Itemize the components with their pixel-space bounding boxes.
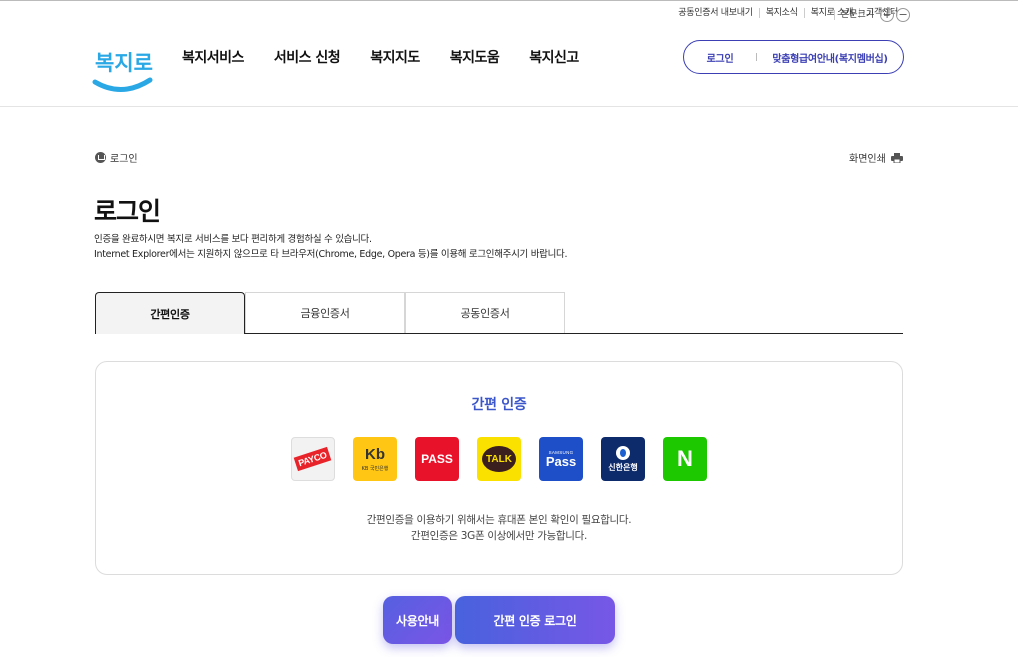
kb-bank-icon[interactable]: Kb KB 국민은행	[353, 437, 397, 481]
header-action-group: 로그인 맞춤형급여안내(복지멤버십)	[683, 40, 904, 74]
home-icon[interactable]	[95, 152, 106, 163]
talk-label: TALK	[482, 446, 516, 472]
breadcrumb: 로그인	[95, 150, 138, 165]
panel-description-line: 간편인증을 이용하기 위해서는 휴대폰 본인 확인이 필요합니다.	[366, 514, 632, 526]
simple-auth-panel: 간편 인증 PAYCO Kb KB 국민은행 PASS TALK SAMSUNG…	[95, 361, 903, 575]
nav-welfare-map[interactable]: 복지지도	[370, 47, 420, 67]
kakaotalk-icon[interactable]: TALK	[477, 437, 521, 481]
site-logo[interactable]: 복지로	[92, 38, 154, 96]
payco-icon[interactable]: PAYCO	[291, 437, 335, 481]
kb-mark: Kb	[365, 445, 385, 463]
print-label: 화면인쇄	[849, 154, 886, 165]
naver-icon[interactable]: N	[663, 437, 707, 481]
tab-financial-cert[interactable]: 금융인증서	[245, 292, 405, 333]
utility-link-news[interactable]: 복지소식	[758, 8, 804, 18]
pass-icon[interactable]: PASS	[415, 437, 459, 481]
breadcrumb-current: 로그인	[110, 154, 138, 165]
shinhan-bank-icon[interactable]: 신한은행	[601, 437, 645, 481]
naver-label: N	[677, 446, 693, 471]
kb-label: KB 국민은행	[361, 465, 389, 472]
print-button[interactable]: 화면인쇄	[849, 150, 903, 165]
printer-icon	[890, 152, 903, 163]
header-login-button[interactable]: 로그인	[684, 50, 756, 65]
pass-label: PASS	[421, 452, 453, 466]
login-method-tabs: 간편인증 금융인증서 공동인증서	[95, 292, 903, 334]
font-size-label: 본문크기	[834, 10, 874, 20]
page-title: 로그인	[94, 197, 161, 226]
nav-welfare-report[interactable]: 복지신고	[529, 47, 579, 67]
panel-description-line: 간편인증은 3G폰 이상에서만 가능합니다.	[410, 530, 588, 542]
nav-welfare-services[interactable]: 복지서비스	[182, 47, 244, 67]
auth-provider-list: PAYCO Kb KB 국민은행 PASS TALK SAMSUNG Pass …	[291, 437, 725, 481]
membership-info-button[interactable]: 맞춤형급여안내(복지멤버십)	[757, 50, 903, 65]
samsung-pass-label: Pass	[545, 453, 577, 469]
shinhan-label: 신한은행	[608, 462, 638, 472]
description-line: Internet Explorer에서는 지원하지 않으므로 타 브라우저(Ch…	[94, 249, 568, 260]
shinhan-mark	[616, 445, 630, 460]
nav-welfare-help[interactable]: 복지도움	[450, 47, 500, 67]
simple-auth-login-button[interactable]: 간편 인증 로그인	[455, 596, 615, 644]
samsung-pass-icon[interactable]: SAMSUNG Pass	[539, 437, 583, 481]
logo-text: 복지로	[95, 51, 153, 75]
font-decrease-button[interactable]: −	[896, 8, 911, 22]
panel-description: 간편인증을 이용하기 위해서는 휴대폰 본인 확인이 필요합니다. 간편인증은 …	[96, 512, 902, 544]
payco-label: PAYCO	[294, 446, 332, 472]
font-increase-button[interactable]: +	[880, 8, 895, 22]
utility-link-export-cert[interactable]: 공동인증서 내보내기	[672, 8, 758, 18]
main-nav: 복지서비스 서비스 신청 복지지도 복지도움 복지신고	[182, 47, 609, 67]
usage-guide-button[interactable]: 사용안내	[383, 596, 452, 644]
tab-joint-cert[interactable]: 공동인증서	[405, 292, 565, 333]
description-line: 인증을 완료하시면 복지로 서비스를 보다 편리하게 경험하실 수 있습니다.	[94, 234, 372, 245]
panel-title: 간편 인증	[471, 397, 527, 413]
top-border	[0, 0, 1018, 1]
nav-service-apply[interactable]: 서비스 신청	[274, 47, 341, 67]
font-size-control: 본문크기 + −	[834, 8, 911, 22]
tab-simple-auth[interactable]: 간편인증	[95, 292, 245, 334]
header-divider	[0, 106, 1018, 107]
page-description: 인증을 완료하시면 복지로 서비스를 보다 편리하게 경험하실 수 있습니다. …	[94, 232, 568, 262]
